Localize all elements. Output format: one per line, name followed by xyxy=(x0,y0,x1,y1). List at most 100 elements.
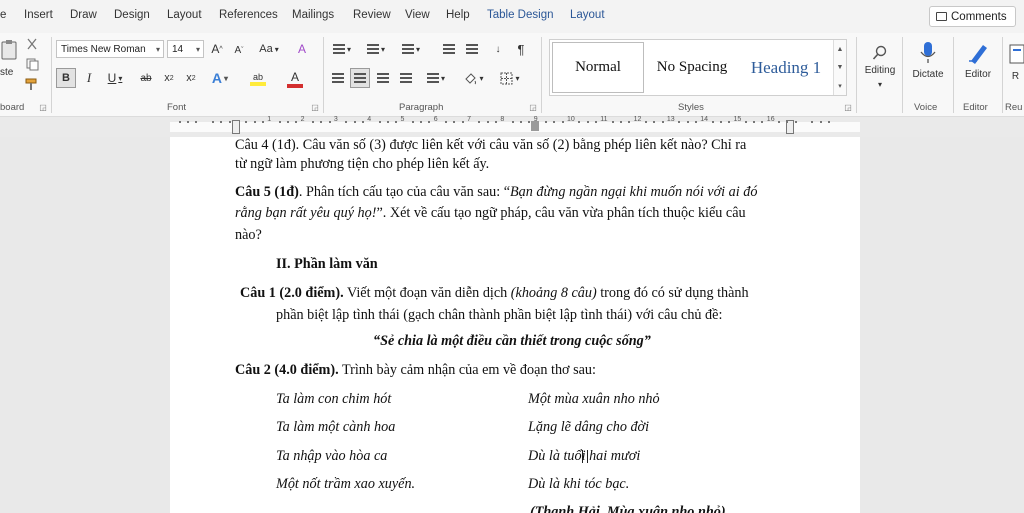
strikethrough-button[interactable]: ab xyxy=(137,70,155,86)
editor-pen-icon xyxy=(969,44,987,64)
style-no-spacing[interactable]: No Spacing xyxy=(646,42,738,93)
increase-indent-button[interactable] xyxy=(464,41,480,57)
ruler-tick xyxy=(420,121,423,123)
tab-file[interactable]: e xyxy=(0,9,6,21)
change-case-button[interactable]: Aa ▾ xyxy=(255,41,283,57)
font-name-select[interactable]: Times New Roman ▾ xyxy=(56,40,164,58)
poem-left-line: Một nốt trầm xao xuyến. xyxy=(276,476,416,492)
shading-button[interactable]: ▾ xyxy=(461,70,487,86)
composition-1-italic: (khoảng 8 câu) xyxy=(510,285,597,301)
tab-design[interactable]: Design xyxy=(114,9,150,21)
align-left-button[interactable] xyxy=(330,70,346,86)
decrease-indent-button[interactable] xyxy=(441,41,457,57)
ruler-tick xyxy=(178,121,181,123)
composition-1-topic: “Sẻ chia là một điều cần thiết trong cuộ… xyxy=(373,333,651,349)
tab-draw[interactable]: Draw xyxy=(70,9,97,21)
divider xyxy=(856,37,857,113)
ruler-tick xyxy=(561,121,564,123)
bold-button[interactable]: B xyxy=(56,68,76,88)
style-normal[interactable]: Normal xyxy=(552,42,644,93)
show-formatting-button[interactable]: ¶ xyxy=(514,40,528,58)
reuse-files-button[interactable]: R xyxy=(1007,39,1024,85)
multilevel-list-button[interactable]: ▾ xyxy=(399,41,423,57)
justify-button[interactable] xyxy=(398,70,414,86)
shrink-font-button[interactable]: Aˇ xyxy=(230,42,248,58)
paste-icon[interactable] xyxy=(0,39,18,61)
tab-references[interactable]: References xyxy=(219,9,278,21)
bullets-button[interactable]: ▾ xyxy=(330,41,354,57)
ruler-tick xyxy=(486,121,489,123)
poem-right-line: Một mùa xuân nho nhỏ xyxy=(528,391,660,407)
ruler-tick xyxy=(694,121,697,123)
font-size-value: 14 xyxy=(172,43,184,55)
cut-icon[interactable] xyxy=(24,37,40,51)
font-color-button[interactable]: A xyxy=(282,69,308,89)
font-group-label: Font xyxy=(167,102,187,113)
styles-scrollbar[interactable]: ▲ ▼ ▾ xyxy=(833,40,846,95)
ruler-tick xyxy=(328,121,331,123)
font-color-swatch xyxy=(287,84,303,88)
grow-font-button[interactable]: A ^ xyxy=(208,41,226,57)
copy-icon[interactable] xyxy=(24,57,40,71)
dictate-button[interactable]: Dictate xyxy=(907,37,949,83)
chevron-up-icon[interactable]: ▲ xyxy=(837,46,844,53)
ruler-tick xyxy=(212,121,215,123)
superscript-button[interactable]: x2 xyxy=(184,70,198,86)
comments-button[interactable]: Comments xyxy=(929,6,1016,27)
ruler-tick xyxy=(553,121,556,123)
style-heading-1[interactable]: Heading 1 xyxy=(740,42,832,93)
format-painter-icon[interactable] xyxy=(24,78,40,92)
ruler-tick xyxy=(686,121,689,123)
ruler-number: 14 xyxy=(700,116,708,123)
sort-button[interactable]: ↓ xyxy=(490,41,506,57)
tab-mailings[interactable]: Mailings xyxy=(292,9,334,21)
editor-button[interactable]: Editor xyxy=(958,37,998,83)
chevron-down-icon[interactable]: ▼ xyxy=(837,64,844,71)
numbering-button[interactable]: ▾ xyxy=(364,41,388,57)
clear-formatting-button[interactable]: A xyxy=(293,41,311,57)
document-page[interactable]: Câu 4 (1đ). Câu văn số (3) được liên kết… xyxy=(170,137,860,513)
align-right-button[interactable] xyxy=(375,70,391,86)
composition-1-line-1: Câu 1 (2.0 điểm). Viết một đoạn văn diễn… xyxy=(240,284,749,302)
tab-view[interactable]: View xyxy=(405,9,430,21)
tab-table-layout[interactable]: Layout xyxy=(570,9,605,21)
question-5-quote-b: rằng bạn rất yêu quý họ! xyxy=(235,205,377,221)
ruler-tick xyxy=(228,121,231,123)
line-spacing-button[interactable]: ▾ xyxy=(423,70,449,86)
underline-button[interactable]: U ▾ xyxy=(103,70,127,86)
search-icon xyxy=(872,45,887,60)
editing-button[interactable]: Editing ▾ xyxy=(862,37,898,97)
ruler-number: 2 xyxy=(300,116,305,123)
font-launcher-icon[interactable]: ◲ xyxy=(310,102,320,112)
ruler-tick xyxy=(778,121,781,123)
ruler-tick xyxy=(594,121,597,123)
horizontal-ruler[interactable]: 1 2 3 4 5 6 7 8 9 10 11 12 13 14 15 16 xyxy=(0,116,1024,137)
ruler-tick xyxy=(295,121,298,123)
text-effects-button[interactable]: A ▾ xyxy=(208,69,232,87)
document-canvas: Câu 4 (1đ). Câu văn số (3) được liên kết… xyxy=(0,137,1024,513)
question-4-line-2: từ ngữ làm phương tiện cho phép liên kết… xyxy=(235,156,490,172)
highlight-button[interactable]: ab xyxy=(245,69,271,89)
subscript-button[interactable]: x2 xyxy=(162,70,176,86)
styles-launcher-icon[interactable]: ◲ xyxy=(843,102,853,112)
tab-insert[interactable]: Insert xyxy=(24,9,53,21)
question-5-line-2: rằng bạn rất yêu quý họ!”. Xét về cấu tạ… xyxy=(235,204,746,222)
tab-layout[interactable]: Layout xyxy=(167,9,202,21)
clipboard-launcher-icon[interactable]: ◲ xyxy=(38,102,48,112)
ruler-number: 13 xyxy=(666,116,675,123)
align-center-button[interactable] xyxy=(350,68,370,88)
borders-button[interactable]: ▾ xyxy=(497,70,523,86)
font-size-select[interactable]: 14 ▾ xyxy=(167,40,204,58)
expand-gallery-icon[interactable]: ▾ xyxy=(838,82,842,90)
tab-review[interactable]: Review xyxy=(353,9,391,21)
paragraph-launcher-icon[interactable]: ◲ xyxy=(528,102,538,112)
tab-help[interactable]: Help xyxy=(446,9,470,21)
paste-label[interactable]: ste xyxy=(0,67,13,78)
divider xyxy=(51,37,52,113)
left-indent-marker[interactable] xyxy=(232,120,240,134)
bullets-icon xyxy=(332,44,345,54)
text-cursor-icon xyxy=(582,450,588,463)
italic-button[interactable]: I xyxy=(82,70,96,86)
tab-table-design[interactable]: Table Design xyxy=(487,9,553,21)
ruler-tick xyxy=(545,121,548,123)
